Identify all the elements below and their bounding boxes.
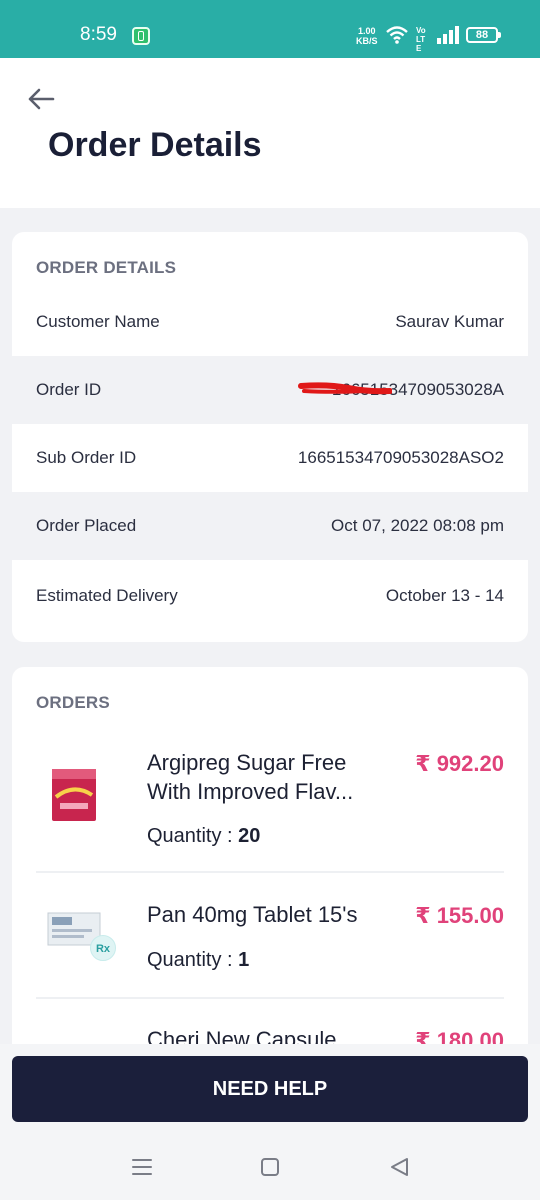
quantity-label: Quantity : (147, 949, 239, 971)
detail-value: October 13 - 14 (385, 586, 504, 605)
back-nav-button[interactable] (388, 1156, 410, 1183)
detail-label: Order Placed (36, 516, 137, 535)
order-details-card: ORDER DETAILS Customer Name Saurav Kumar… (12, 232, 528, 642)
quantity-value: 20 (238, 825, 261, 847)
product-price: ₹ 992.20 (415, 751, 504, 776)
status-bar: 8:59 1.00 KB/S Vo LTE 88 (0, 0, 540, 58)
battery-icon: 88 (466, 27, 501, 43)
need-help-button[interactable]: NEED HELP (12, 1056, 528, 1122)
product-quantity: Quantity : 1 (147, 949, 249, 972)
divider (36, 871, 504, 873)
quantity-value: 1 (238, 949, 250, 971)
rx-badge: Rx (90, 935, 116, 961)
quantity-label: Quantity : (147, 825, 239, 847)
network-speed-unit: KB/S (356, 36, 378, 46)
order-placed-row: Order Placed Oct 07, 2022 08:08 pm (12, 492, 528, 560)
orders-heading: ORDERS (36, 693, 110, 712)
recent-apps-button[interactable] (131, 1156, 153, 1183)
customer-name-row: Customer Name Saurav Kumar (12, 288, 528, 356)
order-id-row: Order ID 16651534709053028A (12, 356, 528, 424)
square-icon (261, 1158, 279, 1176)
order-id-value-wrap: 16651534709053028A (297, 380, 504, 400)
product-image (46, 767, 102, 823)
network-speed-value: 1.00 (357, 26, 376, 36)
detail-value: Oct 07, 2022 08:08 pm (331, 516, 504, 535)
battery-saver-icon (132, 27, 150, 45)
volte-icon: Vo LTE (416, 26, 426, 53)
arrow-left-icon (28, 88, 55, 110)
detail-value: 16651534709053028ASO2 (297, 448, 504, 467)
signal-icon (437, 26, 461, 49)
wifi-icon (385, 25, 409, 50)
product-price: ₹ 155.00 (415, 903, 504, 928)
detail-label: Order ID (36, 380, 102, 399)
product-name: Pan 40mg Tablet 15's (147, 902, 358, 927)
page-title: Order Details (48, 126, 262, 164)
detail-label: Estimated Delivery (36, 586, 178, 605)
product-name: Argipreg Sugar Free With Improved Flav..… (147, 750, 354, 804)
detail-label: Customer Name (36, 312, 160, 331)
status-time: 8:59 (80, 24, 117, 45)
divider (36, 997, 504, 999)
triangle-back-icon (391, 1158, 408, 1176)
order-details-heading: ORDER DETAILS (36, 258, 177, 277)
estimated-delivery-row: Estimated Delivery October 13 - 14 (12, 562, 528, 630)
orders-card: ORDERS Argipreg Sugar Free With Improved… (12, 667, 528, 1067)
home-button[interactable] (259, 1156, 281, 1183)
detail-label: Sub Order ID (36, 448, 137, 467)
sub-order-id-row: Sub Order ID 16651534709053028ASO2 (12, 424, 528, 492)
order-item[interactable]: Rx Pan 40mg Tablet 15's ₹ 155.00 Quantit… (36, 897, 504, 997)
detail-value: Saurav Kumar (395, 312, 504, 331)
back-button[interactable] (26, 86, 60, 114)
network-speed: 1.00 KB/S (356, 26, 378, 46)
menu-icon (132, 1159, 152, 1175)
order-item[interactable]: Argipreg Sugar Free With Improved Flav..… (36, 745, 504, 865)
product-quantity: Quantity : 20 (147, 825, 260, 848)
redaction-scribble (297, 382, 392, 395)
